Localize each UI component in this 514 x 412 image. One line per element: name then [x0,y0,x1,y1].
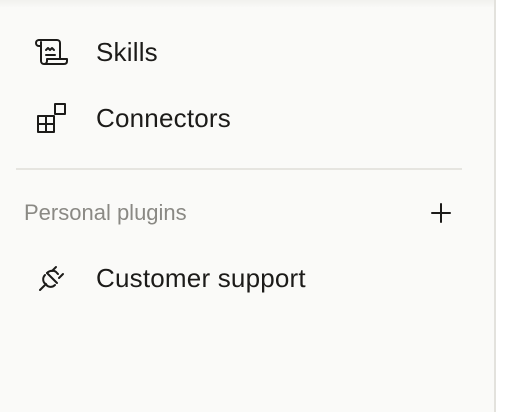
plus-icon [431,203,451,223]
blocks-icon [32,98,72,138]
section-title: Personal plugins [24,200,187,225]
main-content-edge [496,0,514,412]
section-divider [16,168,462,170]
sidebar-item-label: Connectors [96,102,231,133]
plugin-item-customer-support[interactable]: Customer support [16,252,462,304]
scroll-icon [32,32,72,72]
personal-plugins-header: Personal plugins [24,196,454,230]
plug-icon [32,258,72,298]
top-shadow [0,0,494,8]
plugin-item-label: Customer support [96,262,306,293]
sidebar-panel: Skills Connectors Personal plugins Custo… [0,0,494,412]
sidebar-item-skills[interactable]: Skills [16,26,462,78]
sidebar-item-connectors[interactable]: Connectors [16,92,462,144]
add-plugin-button[interactable] [424,196,458,230]
sidebar-item-label: Skills [96,36,158,67]
